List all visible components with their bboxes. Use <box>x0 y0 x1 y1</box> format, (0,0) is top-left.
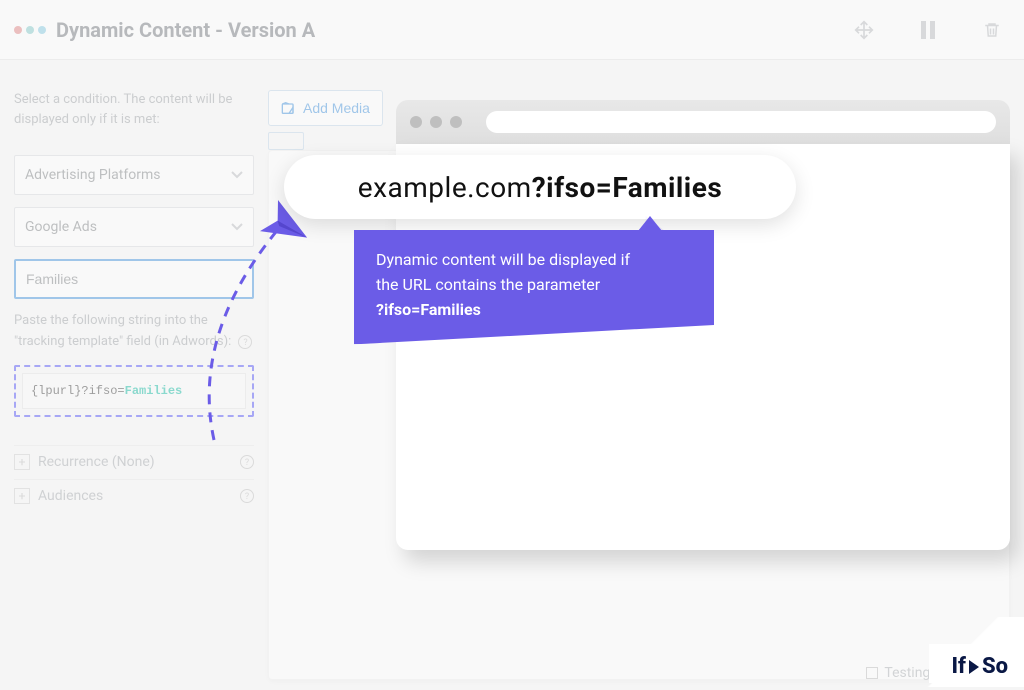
recurrence-label: Recurrence (None) <box>38 454 155 470</box>
audiences-label: Audiences <box>38 488 103 504</box>
callout-line-1: Dynamic content will be displayed if <box>376 250 630 269</box>
pause-button[interactable] <box>910 12 946 48</box>
condition-type-value: Advertising Platforms <box>25 167 160 183</box>
media-icon <box>281 101 297 115</box>
toolbar-placeholder <box>268 132 304 150</box>
condition-instruction: Select a condition. The content will be … <box>14 90 254 129</box>
url-pill: example.com?ifso=Families <box>284 155 796 219</box>
checkbox-icon <box>866 667 878 679</box>
url-base: example.com <box>358 171 532 204</box>
window-dots-icon <box>14 26 46 34</box>
audiences-row[interactable]: + Audiences ? <box>14 479 254 513</box>
condition-type-select[interactable]: Advertising Platforms <box>14 155 254 195</box>
parameter-value-input[interactable] <box>14 259 254 299</box>
platform-value: Google Ads <box>25 219 97 235</box>
page-title: Dynamic Content - Version A <box>56 18 315 42</box>
traffic-lights-icon <box>410 116 462 128</box>
tracking-template-code[interactable]: {lpurl}?ifso=Families <box>22 373 246 409</box>
plus-icon: + <box>14 454 30 470</box>
chevron-down-icon <box>231 168 243 182</box>
add-media-label: Add Media <box>303 100 370 116</box>
delete-button[interactable] <box>974 12 1010 48</box>
url-query: ?ifso=Families <box>532 171 723 204</box>
chevron-down-icon <box>231 220 243 234</box>
callout-line-2: the URL contains the parameter <box>376 275 600 294</box>
explanation-callout: Dynamic content will be displayed if the… <box>354 230 714 344</box>
platform-select[interactable]: Google Ads <box>14 207 254 247</box>
help-icon[interactable]: ? <box>240 455 254 469</box>
callout-line-3: ?ifso=Families <box>376 300 481 319</box>
help-icon[interactable]: ? <box>240 489 254 503</box>
conditions-sidebar: Select a condition. The content will be … <box>14 90 254 680</box>
move-button[interactable] <box>846 12 882 48</box>
tracking-template-box: {lpurl}?ifso=Families <box>14 365 254 417</box>
plus-icon: + <box>14 488 30 504</box>
address-bar <box>486 111 996 133</box>
testing-label: Testing M <box>884 665 946 681</box>
recurrence-row[interactable]: + Recurrence (None) ? <box>14 445 254 479</box>
add-media-button[interactable]: Add Media <box>268 90 383 126</box>
tracking-instruction: Paste the following string into the "tra… <box>14 311 254 353</box>
header: Dynamic Content - Version A <box>0 0 1024 60</box>
testing-mode-toggle[interactable]: Testing M <box>866 665 946 681</box>
help-icon[interactable]: ? <box>238 335 252 349</box>
